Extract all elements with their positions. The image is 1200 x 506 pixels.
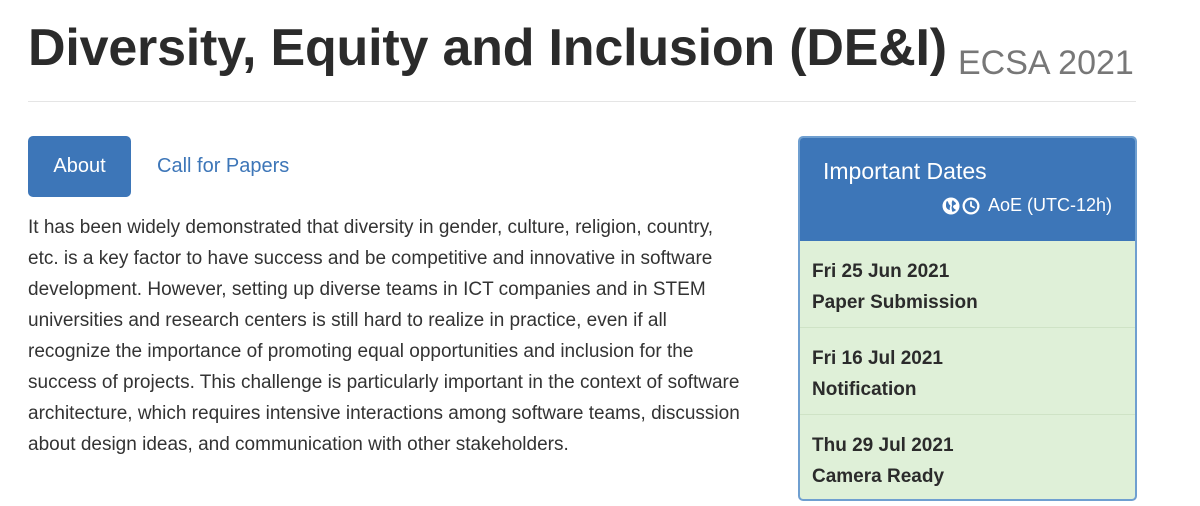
about-description: It has been widely demonstrated that div… bbox=[28, 217, 740, 455]
date-label: Paper Submission bbox=[812, 292, 978, 313]
timezone-label: AoE (UTC-12h) bbox=[987, 195, 1112, 215]
important-dates-header: Important Dates AoE (UTC-12h) bbox=[800, 138, 1135, 241]
date-item: Thu 29 Jul 2021 Camera Ready bbox=[800, 415, 1135, 499]
date-label: Camera Ready bbox=[812, 466, 945, 487]
conference-name: ECSA 2021 bbox=[958, 44, 1134, 82]
page-title: Diversity, Equity and Inclusion (DE&I) bbox=[28, 19, 947, 77]
important-dates-title: Important Dates bbox=[823, 158, 987, 184]
globe-icon bbox=[942, 197, 960, 214]
clock-icon bbox=[962, 197, 980, 214]
page-header: Diversity, Equity and Inclusion (DE&I) E… bbox=[28, 10, 1136, 102]
date-value: Thu 29 Jul 2021 bbox=[812, 435, 954, 456]
date-label: Notification bbox=[812, 379, 917, 400]
date-value: Fri 16 Jul 2021 bbox=[812, 348, 943, 369]
tab-call-for-papers[interactable]: Call for Papers bbox=[157, 136, 289, 197]
tab-about[interactable]: About bbox=[28, 136, 131, 197]
date-value: Fri 25 Jun 2021 bbox=[812, 261, 950, 282]
date-item: Fri 25 Jun 2021 Paper Submission bbox=[800, 241, 1135, 328]
important-dates-panel: Important Dates AoE (UTC-12h) Fri 25 Jun… bbox=[798, 136, 1137, 501]
timezone-icons bbox=[942, 197, 980, 215]
timezone-row: AoE (UTC-12h) bbox=[942, 195, 1112, 216]
date-item: Fri 16 Jul 2021 Notification bbox=[800, 328, 1135, 415]
